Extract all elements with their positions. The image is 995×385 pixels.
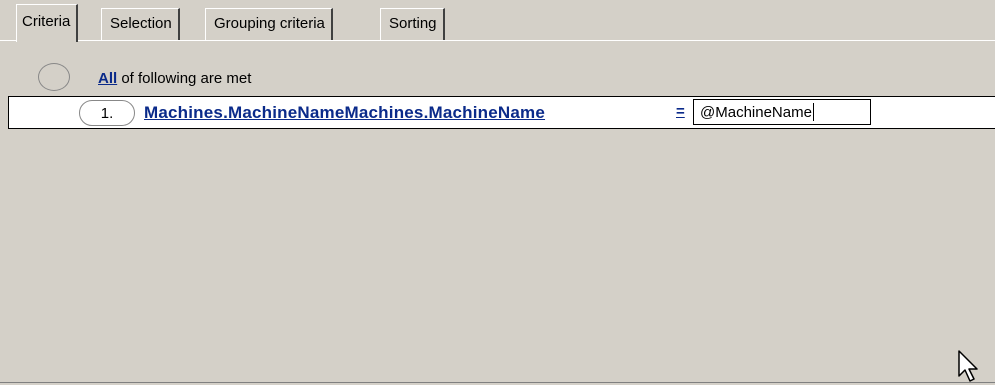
tab-grouping-criteria[interactable]: Grouping criteria bbox=[205, 8, 333, 40]
criteria-row[interactable]: 1. Machines.MachineNameMachines.MachineN… bbox=[8, 96, 995, 129]
mouse-pointer-icon bbox=[958, 350, 978, 382]
panel-bottom-border bbox=[0, 382, 995, 383]
operator-link[interactable]: = bbox=[676, 103, 685, 120]
tab-criteria-label: Criteria bbox=[22, 13, 71, 30]
criteria-number[interactable]: 1. bbox=[79, 100, 135, 126]
tab-grouping-criteria-label: Grouping criteria bbox=[214, 15, 325, 32]
criteria-number-label: 1. bbox=[100, 104, 114, 122]
tab-criteria[interactable]: Criteria bbox=[16, 4, 79, 42]
quantifier-link[interactable]: All bbox=[98, 70, 117, 87]
tab-selection[interactable]: Selection bbox=[101, 8, 180, 40]
tab-strip: Criteria Selection Grouping criteria Sor… bbox=[0, 0, 995, 44]
tab-sorting[interactable]: Sorting bbox=[380, 8, 445, 40]
value-input-text: @MachineName bbox=[700, 103, 812, 121]
group-circle-icon[interactable] bbox=[38, 63, 70, 91]
tab-sorting-label: Sorting bbox=[389, 15, 437, 32]
group-condition: All of following are met bbox=[98, 65, 251, 91]
value-input[interactable]: @MachineName bbox=[693, 99, 871, 125]
group-condition-text: of following are met bbox=[117, 69, 252, 87]
text-caret bbox=[812, 103, 814, 121]
tab-selection-label: Selection bbox=[110, 15, 172, 32]
field-link[interactable]: Machines.MachineNameMachines.MachineName bbox=[144, 103, 545, 123]
criteria-panel: All of following are met 1. Machines.Mac… bbox=[0, 41, 995, 385]
